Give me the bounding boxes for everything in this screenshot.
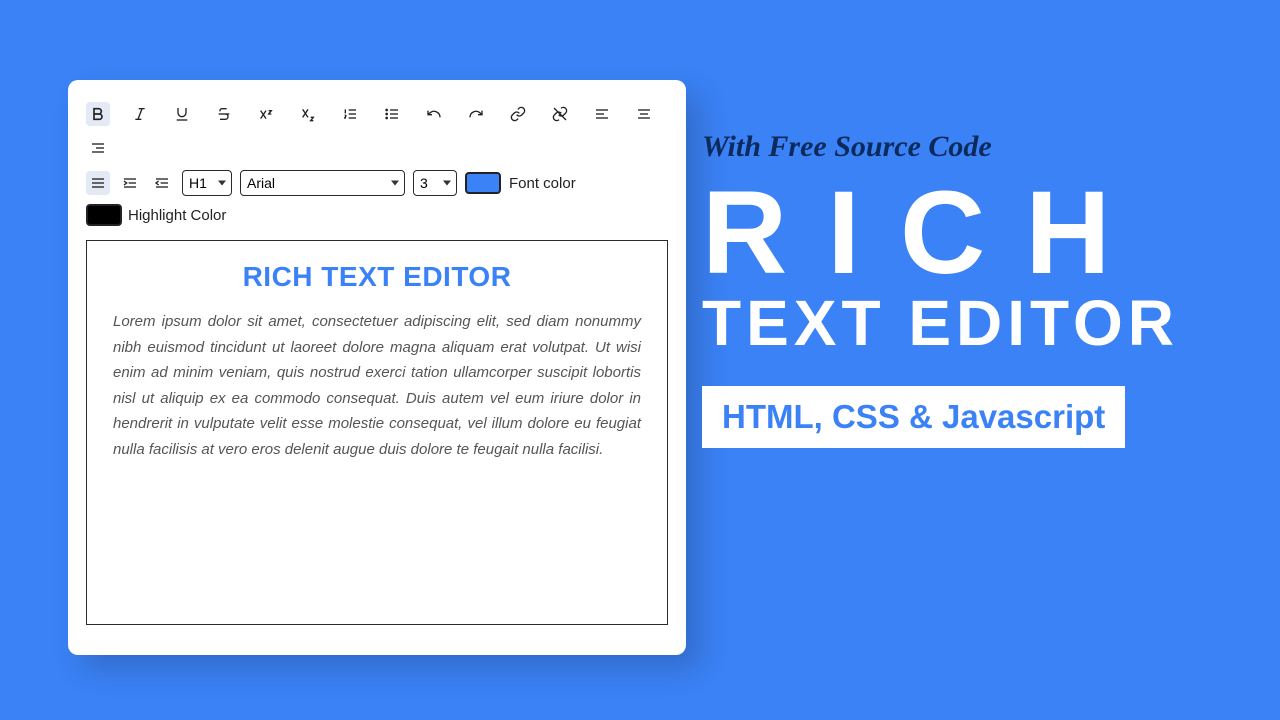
font-color-label: Font color	[509, 175, 576, 192]
promo-subtitle: With Free Source Code	[702, 130, 1232, 164]
unlink-button[interactable]	[548, 102, 572, 126]
heading-select[interactable]: H1	[182, 170, 232, 196]
subscript-button[interactable]	[296, 102, 320, 126]
unordered-list-button[interactable]	[380, 102, 404, 126]
align-justify-button[interactable]	[86, 171, 110, 195]
outdent-button[interactable]	[150, 171, 174, 195]
bold-button[interactable]	[86, 102, 110, 126]
promo-tag: HTML, CSS & Javascript	[702, 386, 1125, 448]
editor-panel: H1 Arial 3 Font color Highlight Color RI…	[68, 80, 686, 655]
superscript-button[interactable]	[254, 102, 278, 126]
toolbar-row-1	[86, 102, 668, 160]
toolbar-row-2: H1 Arial 3 Font color	[86, 170, 668, 196]
align-left-button[interactable]	[590, 102, 614, 126]
italic-button[interactable]	[128, 102, 152, 126]
indent-button[interactable]	[118, 171, 142, 195]
editor-content-area[interactable]: RICH TEXT EDITOR Lorem ipsum dolor sit a…	[86, 240, 668, 625]
content-heading: RICH TEXT EDITOR	[113, 261, 641, 293]
size-value: 3	[420, 175, 428, 191]
promo-title-line1: RICH	[702, 174, 1232, 292]
content-paragraph: Lorem ipsum dolor sit amet, consectetuer…	[113, 309, 641, 462]
highlight-color-label: Highlight Color	[128, 207, 226, 224]
font-value: Arial	[247, 175, 275, 191]
heading-value: H1	[189, 175, 207, 191]
promo-section: With Free Source Code RICH TEXT EDITOR H…	[702, 130, 1232, 448]
ordered-list-button[interactable]	[338, 102, 362, 126]
underline-button[interactable]	[170, 102, 194, 126]
size-select[interactable]: 3	[413, 170, 457, 196]
font-color-swatch[interactable]	[465, 172, 501, 194]
link-button[interactable]	[506, 102, 530, 126]
promo-title-line2: TEXT EDITOR	[702, 286, 1232, 360]
align-center-button[interactable]	[632, 102, 656, 126]
redo-button[interactable]	[464, 102, 488, 126]
undo-button[interactable]	[422, 102, 446, 126]
highlight-color-swatch[interactable]	[86, 204, 122, 226]
align-right-button[interactable]	[86, 136, 110, 160]
font-select[interactable]: Arial	[240, 170, 405, 196]
toolbar-row-3: Highlight Color	[86, 204, 668, 226]
strikethrough-button[interactable]	[212, 102, 236, 126]
